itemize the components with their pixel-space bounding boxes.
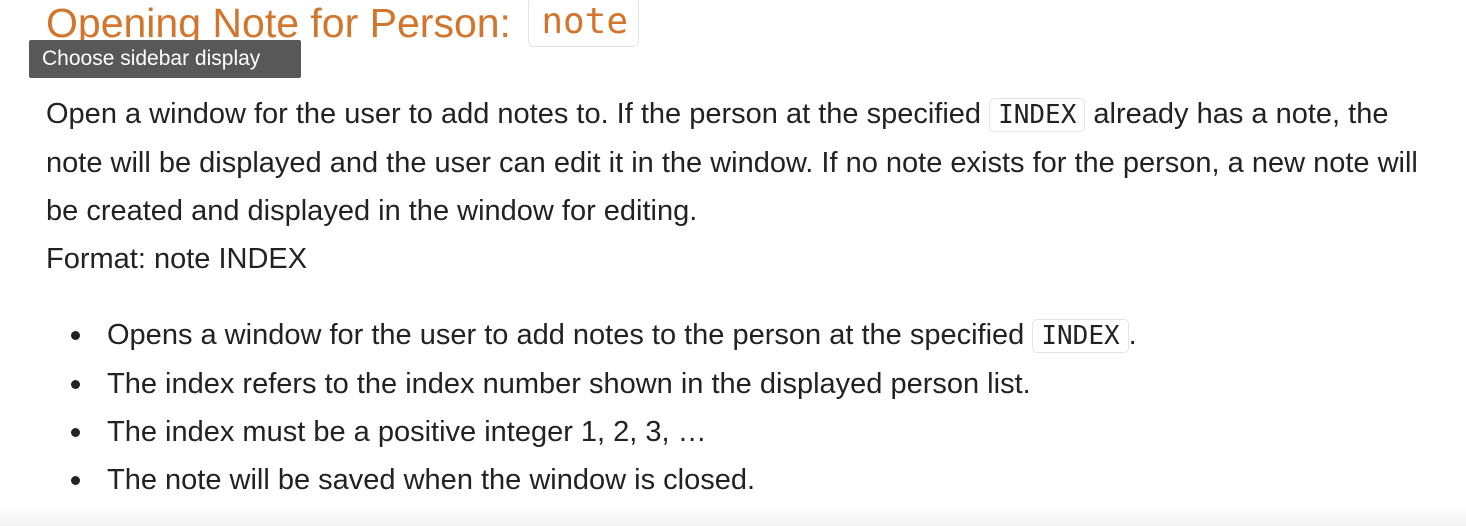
list-item-suffix: . bbox=[1128, 319, 1137, 351]
list-item: Opens a window for the user to add notes… bbox=[46, 311, 1446, 360]
list-item-text: The index refers to the index number sho… bbox=[107, 368, 1031, 400]
description-text-1: Open a window for the user to add notes … bbox=[46, 98, 990, 130]
bullet-list: Opens a window for the user to add notes… bbox=[46, 311, 1446, 504]
bottom-fade bbox=[0, 506, 1466, 526]
index-code: INDEX bbox=[1032, 319, 1129, 353]
bullet-icon bbox=[71, 476, 80, 485]
list-item: The note will be saved when the window i… bbox=[46, 456, 1446, 504]
sidebar-display-tooltip: Choose sidebar display bbox=[29, 40, 301, 78]
bullet-icon bbox=[71, 331, 80, 340]
list-item: The index refers to the index number sho… bbox=[46, 360, 1446, 408]
bullet-icon bbox=[71, 428, 80, 437]
section-description: Open a window for the user to add notes … bbox=[46, 90, 1446, 283]
list-item-text: Opens a window for the user to add notes… bbox=[107, 319, 1033, 351]
list-item: The index must be a positive integer 1, … bbox=[46, 408, 1446, 456]
list-item-text: The index must be a positive integer 1, … bbox=[107, 416, 707, 448]
section-heading-code: note bbox=[528, 0, 640, 47]
index-code: INDEX bbox=[989, 98, 1086, 132]
list-item-text: The note will be saved when the window i… bbox=[107, 464, 756, 496]
bullet-icon bbox=[71, 380, 80, 389]
format-line: Format: note INDEX bbox=[46, 243, 308, 275]
